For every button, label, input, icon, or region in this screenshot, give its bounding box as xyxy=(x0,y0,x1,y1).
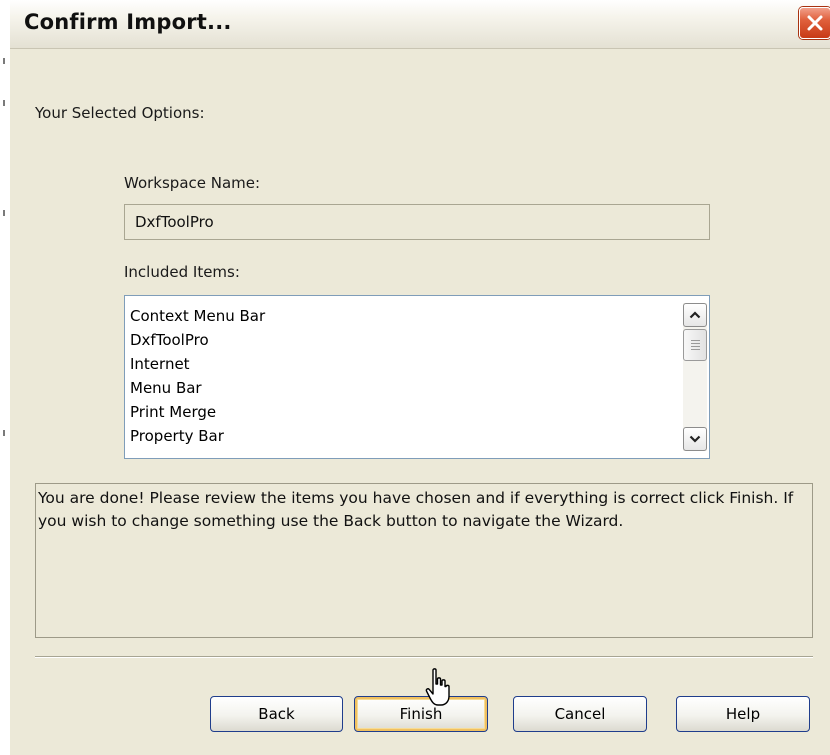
back-button[interactable]: Back xyxy=(210,696,343,732)
help-button[interactable]: Help xyxy=(676,696,810,732)
list-item[interactable]: Property Bar xyxy=(130,424,665,448)
edge-mark xyxy=(3,100,5,106)
list-item[interactable]: DxfToolPro xyxy=(130,328,665,352)
instructions-text: You are done! Please review the items yo… xyxy=(35,483,813,638)
workspace-name-label: Workspace Name: xyxy=(124,174,261,192)
list-scrollbar[interactable] xyxy=(683,303,707,451)
edge-mark xyxy=(3,430,5,436)
dialog-title: Confirm Import... xyxy=(24,10,232,34)
list-item[interactable]: Print Merge xyxy=(130,400,665,424)
included-items-label: Included Items: xyxy=(124,263,240,281)
scroll-down-button[interactable] xyxy=(683,427,707,451)
workspace-name-field: DxfToolPro xyxy=(124,204,710,240)
list-item[interactable]: Menu Bar xyxy=(130,376,665,400)
chevron-down-icon xyxy=(689,435,701,443)
dialog-body: Your Selected Options: Workspace Name: D… xyxy=(10,49,830,755)
scroll-thumb[interactable] xyxy=(683,329,707,361)
finish-button[interactable]: Finish xyxy=(354,696,488,732)
edge-mark xyxy=(3,210,5,216)
close-x-icon xyxy=(807,15,823,31)
chevron-up-icon xyxy=(689,311,701,319)
cancel-button[interactable]: Cancel xyxy=(513,696,647,732)
button-divider xyxy=(35,656,813,658)
mouse-pointer-icon xyxy=(425,668,450,706)
dialog-titlebar[interactable]: Confirm Import... xyxy=(10,0,830,49)
close-button[interactable] xyxy=(799,7,830,39)
list-item[interactable]: Context Menu Bar xyxy=(130,304,665,328)
edge-mark xyxy=(3,58,5,64)
selected-options-label: Your Selected Options: xyxy=(35,104,205,122)
scroll-up-button[interactable] xyxy=(683,303,707,327)
included-items-list[interactable]: Context Menu Bar DxfToolPro Internet Men… xyxy=(124,295,710,459)
list-item[interactable]: Internet xyxy=(130,352,665,376)
